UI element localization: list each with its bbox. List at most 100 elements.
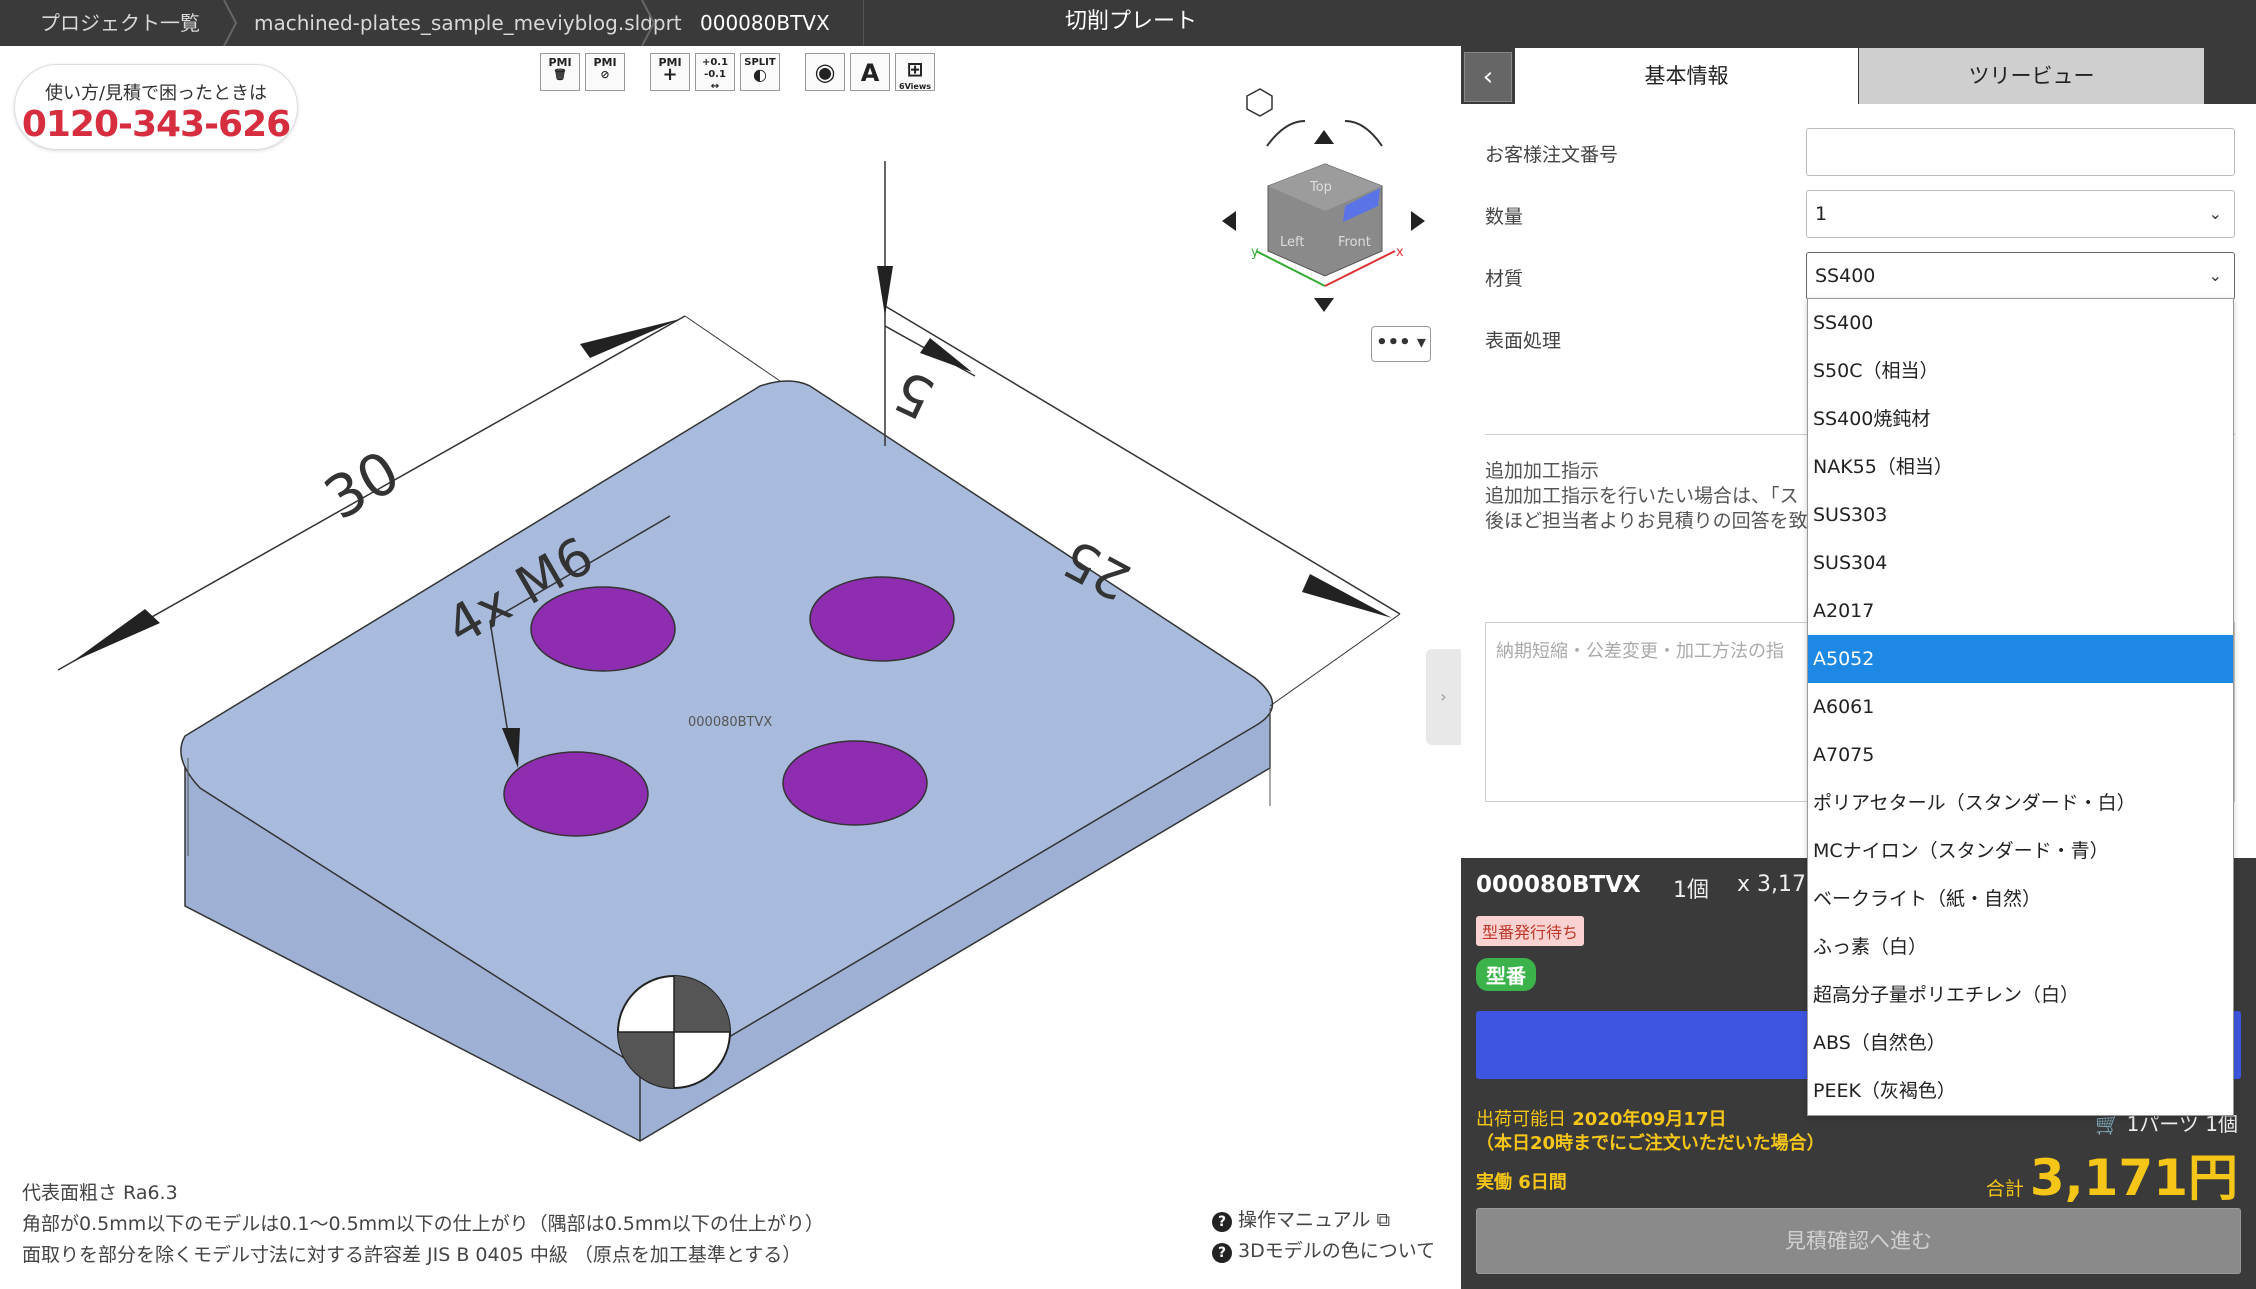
order-number-input[interactable] [1806, 128, 2235, 176]
arrowhead [1302, 574, 1392, 618]
material-label: 材質 [1485, 268, 1524, 290]
view-cube: Top Left Front y x [1222, 88, 1425, 312]
breadcrumb-chevron-icon [223, 0, 238, 46]
total-price: 合計 3,171円 [1986, 1138, 2238, 1210]
chevron-down-icon: ⌄ [2208, 204, 2222, 223]
dim-text-5: 5 [884, 357, 944, 431]
model-canvas: 30 25 5 4x M6 000080BTVX Top Left Front … [57, 88, 1425, 1142]
total-label: 合計 [1985, 1178, 2024, 1200]
model-colors-link[interactable]: ? 3Dモデルの色について [1212, 1236, 1435, 1267]
back-button[interactable]: ‹ [1464, 52, 1512, 102]
model-id-label: 000080BTVX [688, 715, 772, 730]
material-option[interactable]: PEEK（灰褐色） [1808, 1067, 2233, 1115]
help-links: ? 操作マニュアル ⧉ ? 3Dモデルの色について [1212, 1205, 1435, 1267]
extra-title: 追加加工指示 [1485, 460, 1600, 482]
manual-link-label: 操作マニュアル [1238, 1209, 1371, 1231]
y-axis-label: y [1251, 245, 1259, 260]
material-option-highlighted[interactable]: A5052 [1808, 635, 2233, 683]
hole-m6 [503, 751, 649, 837]
ext-line [1269, 613, 1401, 707]
divider [863, 0, 864, 46]
home-cube-icon[interactable] [1246, 88, 1273, 117]
summary-part-number: 000080BTVX [1476, 872, 1641, 898]
material-dropdown-list[interactable]: SS400 S50C（相当） SS400焼鈍材 NAK55（相当） SUS303… [1807, 298, 2234, 1116]
hole-m6 [782, 740, 928, 826]
material-option[interactable]: ABS（自然色） [1808, 1019, 2233, 1067]
material-option[interactable]: ポリアセタール（スタンダード・白） [1808, 779, 2233, 827]
material-option[interactable]: SUS303 [1808, 491, 2233, 539]
hole-m6 [809, 576, 955, 662]
viewcube-top-label: Top [1309, 180, 1332, 195]
summary-quantity: 1個 [1673, 878, 1709, 903]
tab-tree-view[interactable]: ツリービュー [1859, 48, 2204, 104]
material-option[interactable]: SUS304 [1808, 539, 2233, 587]
arrowhead [580, 319, 680, 358]
dim-text-30: 30 [313, 437, 411, 533]
model-colors-link-label: 3Dモデルの色について [1238, 1240, 1436, 1262]
arrowhead [72, 609, 160, 662]
summary-unit-price: x 3,17 [1737, 872, 1806, 897]
note-roughness: 代表面粗さ Ra6.3 [22, 1182, 178, 1204]
proceed-to-quote-button[interactable]: 見積確認へ進む [1476, 1208, 2241, 1274]
note-corner: 角部が0.5mm以下のモデルは0.1～0.5mm以下の仕上がり（隅部は0.5mm… [22, 1213, 824, 1235]
rotate-left-icon[interactable] [1222, 211, 1236, 231]
ship-date: 2020年09月17日 [1572, 1109, 1727, 1130]
status-badge-model: 型番 [1476, 958, 1536, 991]
surface-label: 表面処理 [1485, 330, 1562, 352]
top-bar: プロジェクト一覧 machined-plates_sample_meviyblo… [0, 0, 2256, 46]
panel-collapse-handle[interactable]: › [1426, 649, 1461, 745]
note-tolerance: 面取りを部分を除くモデル寸法に対する許容差 JIS B 0405 中級 （原点を… [22, 1244, 802, 1266]
material-option[interactable]: MCナイロン（スタンダード・青） [1808, 827, 2233, 875]
material-option[interactable]: A6061 [1808, 683, 2233, 731]
manual-link[interactable]: ? 操作マニュアル ⧉ [1212, 1205, 1435, 1236]
page-title: 切削プレート [1065, 9, 1198, 34]
material-value: SS400 [1815, 265, 1876, 287]
ship-date-label: 出荷可能日 [1476, 1109, 1566, 1130]
material-select[interactable]: SS400 ⌄ [1806, 252, 2235, 300]
work-days: 実働 6日間 [1476, 1172, 1567, 1193]
rotate-up-icon[interactable] [1314, 130, 1334, 144]
panel-tabs-bar: ‹ 基本情報 ツリービュー [1461, 46, 2256, 104]
ext-line [684, 315, 781, 382]
origin-marker-icon [617, 975, 731, 1089]
material-option[interactable]: SS400 [1808, 299, 2233, 347]
status-badge-pending: 型番発行待ち [1476, 916, 1585, 946]
view-options-button[interactable]: ••• ▾ [1371, 326, 1431, 362]
chevron-left-icon: ‹ [1482, 62, 1494, 92]
extra-instructions: 追加加工指示 追加加工指示を行いたい場合は、「ス 後ほど担当者よりお見積りの回答… [1485, 459, 1808, 534]
viewcube-front-label: Front [1338, 235, 1371, 250]
material-option[interactable]: ふっ素（白） [1808, 923, 2233, 971]
material-option[interactable]: A7075 [1808, 731, 2233, 779]
ship-note: （本日20時までにご注文いただいた場合） [1476, 1133, 1825, 1154]
quantity-select[interactable]: 1 ⌄ [1806, 190, 2235, 238]
tab-basic-info[interactable]: 基本情報 [1515, 48, 1858, 104]
extra-line2: 後ほど担当者よりお見積りの回答を致 [1485, 510, 1808, 532]
material-option[interactable]: SS400焼鈍材 [1808, 395, 2233, 443]
x-axis-label: x [1396, 245, 1404, 260]
rotate-down-icon[interactable] [1314, 298, 1334, 312]
breadcrumb-chevron-icon [641, 0, 656, 46]
breadcrumb-file[interactable]: machined-plates_sample_meviyblog.sldprt [254, 0, 682, 46]
external-link-icon: ⧉ [1376, 1209, 1391, 1231]
ellipsis-icon: ••• [1376, 332, 1411, 353]
quantity-label: 数量 [1485, 206, 1524, 228]
extra-line1: 追加加工指示を行いたい場合は、「ス [1485, 485, 1799, 507]
viewcube-left-label: Left [1280, 235, 1304, 250]
material-option[interactable]: 超高分子量ポリエチレン（白） [1808, 971, 2233, 1019]
total-value: 3,171円 [2029, 1149, 2238, 1207]
chevron-down-icon: ⌄ [2208, 266, 2222, 285]
help-icon: ? [1212, 1243, 1232, 1263]
roll-right-icon[interactable] [1344, 120, 1383, 147]
material-option[interactable]: A2017 [1808, 587, 2233, 635]
rotate-right-icon[interactable] [1411, 211, 1425, 231]
roll-left-icon[interactable] [1266, 120, 1306, 147]
ship-date-info: 出荷可能日 2020年09月17日 （本日20時までにご注文いただいた場合） [1476, 1108, 1825, 1156]
material-option[interactable]: S50C（相当） [1808, 347, 2233, 395]
breadcrumb-projects[interactable]: プロジェクト一覧 [40, 0, 200, 46]
manufacturing-notes: 代表面粗さ Ra6.3 角部が0.5mm以下のモデルは0.1～0.5mm以下の仕… [22, 1178, 824, 1271]
model-viewport[interactable]: 使い方/見積で困ったときは 0120-343-626 PMI 🗑 PMI ⊘ PMI… [0, 46, 1461, 1289]
material-option[interactable]: NAK55（相当） [1808, 443, 2233, 491]
breadcrumb-part: 000080BTVX [700, 11, 830, 35]
quantity-value: 1 [1815, 203, 1828, 225]
material-option[interactable]: ベークライト（紙・自然） [1808, 875, 2233, 923]
